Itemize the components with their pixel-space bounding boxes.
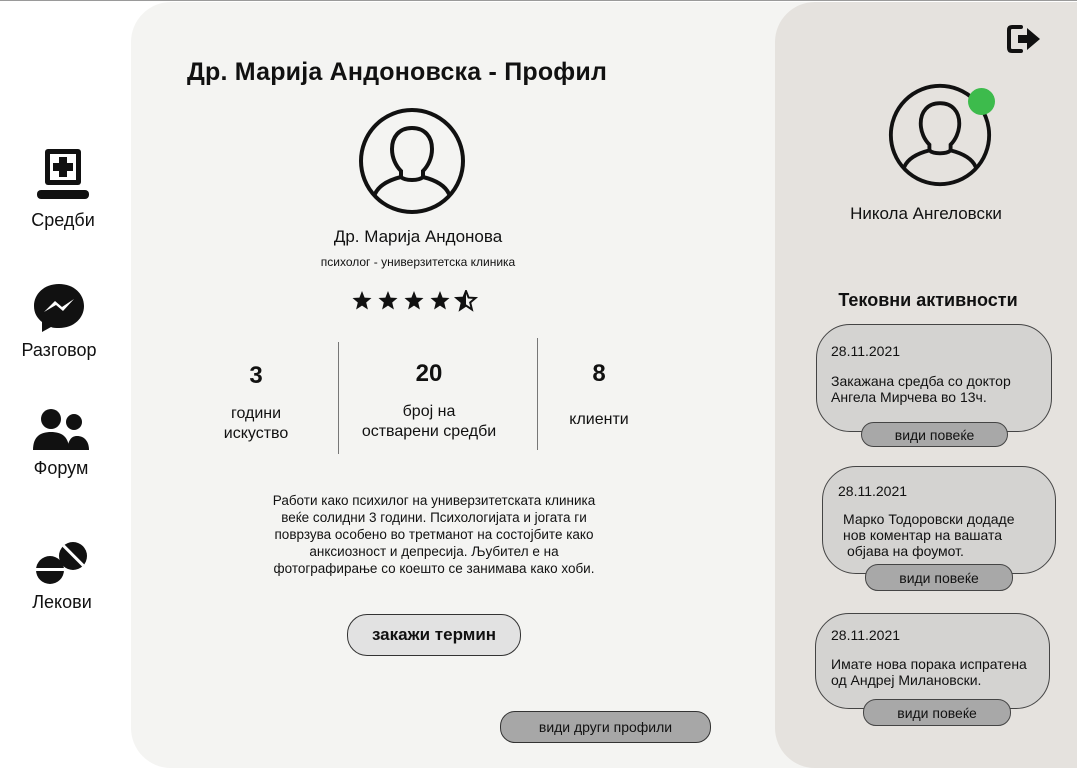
- message-line: објава на фоумот.: [847, 543, 964, 559]
- activity-date: 28.11.2021: [831, 343, 901, 359]
- stat-value: 20: [415, 360, 443, 387]
- messenger-icon: [34, 284, 84, 332]
- star-icon: [430, 291, 450, 310]
- activity-date: 28.11.2021: [831, 627, 901, 643]
- logout-icon[interactable]: [1007, 24, 1043, 54]
- star-icon: [378, 291, 398, 310]
- view-more-button[interactable]: види повеќе: [861, 422, 1008, 447]
- pills-icon: [35, 542, 87, 584]
- doctor-bio: Работи како психилог на универзитетската…: [243, 492, 625, 577]
- top-border: [0, 0, 1077, 1]
- page-title: Др. Марија Андоновска - Профил: [187, 58, 608, 86]
- activity-panel: Никола Ангеловски Тековни активности 28.…: [775, 2, 1077, 768]
- medical-laptop-icon: [37, 149, 89, 199]
- stat-divider: [537, 338, 538, 450]
- stat-label: години: [230, 405, 282, 422]
- bio-line: поврзува особено во третманот на состојб…: [274, 527, 594, 542]
- bio-line: фотографирање со коешто се занимава како…: [273, 561, 595, 576]
- stat-divider: [338, 342, 339, 454]
- stat-label: број на: [402, 403, 456, 420]
- nav-item-forum[interactable]: Форум: [6, 408, 116, 479]
- book-appointment-button[interactable]: закажи термин: [347, 614, 521, 656]
- stat-value: 3: [249, 362, 263, 389]
- stat-value: 8: [592, 360, 606, 387]
- stat-label: клиенти: [569, 411, 629, 428]
- stat-label: остварени средби: [361, 423, 497, 440]
- star-icon: [404, 291, 424, 310]
- bio-line: анксиозност и депресија. Љубител е на: [309, 544, 559, 559]
- message-line: нов коментар на вашата: [843, 527, 1002, 543]
- activity-message: Имате нова порака испратена од Андреј Ми…: [831, 656, 1027, 688]
- profile-panel: Др. Марија Андоновска - Профил Др. Мариј…: [131, 2, 821, 768]
- bio-line: веќе солидни 3 години. Психологијата и ј…: [281, 510, 587, 525]
- message-line: Имате нова порака испратена: [831, 656, 1027, 672]
- nav-item-meetings[interactable]: Средби: [8, 148, 118, 231]
- activity-message: Марко Тодоровски додаде нов коментар на …: [843, 511, 1015, 559]
- nav-label: Лекови: [32, 592, 92, 612]
- nav-label: Разговор: [21, 340, 97, 360]
- activity-date: 28.11.2021: [838, 483, 908, 499]
- rating-stars: [352, 290, 479, 312]
- activities-title: Тековни активности: [838, 290, 1018, 310]
- activity-card: 28.11.2021 Закажана средба со доктор Анг…: [816, 324, 1052, 432]
- message-line: Марко Тодоровски додаде: [843, 511, 1015, 527]
- doctor-name: Др. Марија Андонова: [333, 227, 503, 246]
- message-line: Закажана средба со доктор: [831, 373, 1011, 389]
- view-more-button[interactable]: види повеќе: [865, 564, 1013, 591]
- stat-clients: 8 клиенти: [551, 360, 647, 430]
- activity-card: 28.11.2021 Марко Тодоровски додаде нов к…: [822, 466, 1056, 574]
- activity-message: Закажана средба со доктор Ангела Мирчева…: [831, 373, 1011, 405]
- users-icon: [33, 409, 89, 450]
- stat-meetings: 20 број на остварени средби: [349, 360, 509, 442]
- star-icon: [352, 291, 372, 310]
- stat-experience: 3 години искуство: [201, 362, 311, 444]
- message-line: од Андреј Милановски.: [831, 672, 982, 688]
- view-other-profiles-button[interactable]: види други профили: [500, 711, 711, 743]
- activity-card: 28.11.2021 Имате нова порака испратена о…: [815, 613, 1050, 709]
- stat-label: искуство: [223, 425, 289, 442]
- message-line: Ангела Мирчева во 13ч.: [831, 389, 987, 405]
- nav-label: Форум: [33, 458, 89, 478]
- view-more-button[interactable]: види повеќе: [863, 699, 1011, 726]
- nav-item-chat[interactable]: Разговор: [4, 282, 114, 361]
- doctor-role: психолог - универзитетска клиника: [320, 255, 516, 269]
- bio-line: Работи како психилог на универзитетската…: [272, 493, 596, 508]
- online-status-dot: [968, 88, 995, 115]
- nav-item-medicines[interactable]: Лекови: [7, 540, 117, 613]
- user-avatar-icon: [359, 108, 465, 214]
- user-name: Никола Ангеловски: [850, 204, 1002, 223]
- nav-label: Средби: [31, 210, 95, 230]
